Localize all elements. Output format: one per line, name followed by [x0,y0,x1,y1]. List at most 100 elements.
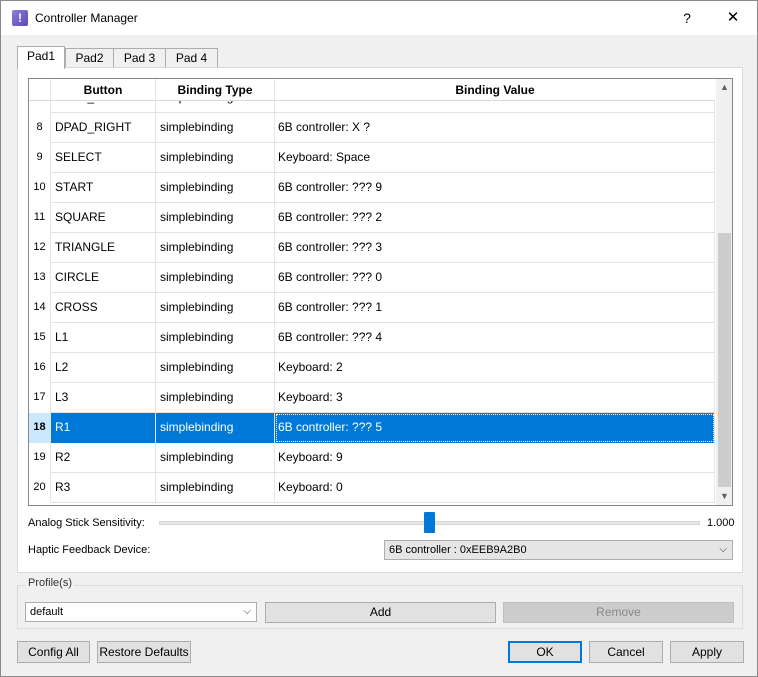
cell-button[interactable]: DPAD_LEFT [51,101,156,113]
scrollbar-thumb[interactable] [718,233,731,487]
cell-binding-value[interactable]: 6B controller: ??? 1 [275,293,715,323]
table-row[interactable]: 17 L3 simplebinding Keyboard: 3 [29,383,715,413]
row-number[interactable]: 19 [29,443,51,473]
cell-binding-type[interactable]: simplebinding [156,323,275,353]
haptic-selected-value: 6B controller : 0xEEB9A2B0 [389,544,527,556]
cell-binding-value[interactable]: Keyboard: 3 [275,383,715,413]
cancel-button[interactable]: Cancel [589,641,663,663]
row-number[interactable]: 11 [29,203,51,233]
table-row[interactable]: 8 DPAD_RIGHT simplebinding 6B controller: X… [29,113,715,143]
table-row[interactable]: 9 SELECT simplebinding Keyboard: Space [29,143,715,173]
tab-pad3[interactable]: Pad 3 [113,48,166,68]
profile-selected-value: default [30,606,64,618]
table-row[interactable]: 15 L1 simplebinding 6B controller: ??? 4 [29,323,715,353]
table-body: 7DPAD_LEFTsimplebinding6B controller: X … [29,101,715,505]
tab-pad2[interactable]: Pad2 [65,48,114,68]
cell-binding-value[interactable]: 6B controller: X ? [275,101,715,113]
cell-binding-value[interactable]: Keyboard: Space [275,143,715,173]
table-row[interactable]: 18 R1 simplebinding 6B controller: ??? 5 [29,413,715,443]
row-number[interactable]: 20 [29,473,51,503]
table-row[interactable]: 14 CROSS simplebinding 6B controller: ??? 1 [29,293,715,323]
row-number[interactable]: 18 [29,413,51,443]
controller-manager-window: ! Controller Manager ? ✕ Pad1 Pad2 Pad 3… [0,0,758,677]
cell-binding-value[interactable]: 6B controller: ??? 5 [275,413,715,443]
table-row[interactable]: 10 START simplebinding 6B controller: ??? 9 [29,173,715,203]
app-exclamation-icon: ! [12,10,28,26]
config-all-button[interactable]: Config All [17,641,90,663]
cell-binding-type[interactable]: simplebinding [156,173,275,203]
cell-binding-type[interactable]: simplebinding [156,113,275,143]
scroll-down-icon[interactable]: ▼ [716,488,732,505]
cell-binding-value[interactable]: 6B controller: ??? 0 [275,263,715,293]
row-number[interactable]: 14 [29,293,51,323]
help-button[interactable]: ? [669,5,705,31]
cell-binding-value[interactable]: Keyboard: 2 [275,353,715,383]
close-button[interactable]: ✕ [713,5,753,31]
cell-binding-value[interactable]: 6B controller: X ? [275,113,715,143]
cell-button[interactable]: L2 [51,353,156,383]
row-number[interactable]: 13 [29,263,51,293]
cell-button[interactable]: TRIANGLE [51,233,156,263]
table-row[interactable]: 16 L2 simplebinding Keyboard: 2 [29,353,715,383]
cell-binding-type[interactable]: simplebinding [156,383,275,413]
cell-binding-value[interactable]: Keyboard: 0 [275,473,715,503]
table-row[interactable]: 19 R2 simplebinding Keyboard: 9 [29,443,715,473]
scroll-up-icon[interactable]: ▲ [716,79,732,96]
cell-button[interactable]: CIRCLE [51,263,156,293]
ok-button[interactable]: OK [508,641,582,663]
row-number[interactable]: 12 [29,233,51,263]
cell-button[interactable]: CROSS [51,293,156,323]
restore-defaults-button[interactable]: Restore Defaults [97,641,191,663]
cell-binding-type[interactable]: simplebinding [156,293,275,323]
cell-binding-type[interactable]: simplebinding [156,101,275,113]
cell-binding-value[interactable]: 6B controller: ??? 4 [275,323,715,353]
table-scrollbar[interactable]: ▲ ▼ [716,79,732,505]
tab-pad1[interactable]: Pad1 [17,46,65,69]
cell-binding-type[interactable]: simplebinding [156,143,275,173]
row-number[interactable]: 16 [29,353,51,383]
table-row[interactable]: 12 TRIANGLE simplebinding 6B controller: ??… [29,233,715,263]
add-profile-button[interactable]: Add [265,602,496,623]
cell-binding-type[interactable]: simplebinding [156,233,275,263]
cell-binding-type[interactable]: simplebinding [156,473,275,503]
table-row[interactable]: 20 R3 simplebinding Keyboard: 0 [29,473,715,503]
remove-profile-button[interactable]: Remove [503,602,734,623]
row-number[interactable]: 17 [29,383,51,413]
cell-binding-value[interactable]: 6B controller: ??? 9 [275,173,715,203]
cell-button[interactable]: L1 [51,323,156,353]
row-number[interactable]: 7 [29,101,51,113]
row-number[interactable]: 15 [29,323,51,353]
apply-button[interactable]: Apply [670,641,744,663]
table-row[interactable]: 13 CIRCLE simplebinding 6B controller: ??? … [29,263,715,293]
cell-binding-type[interactable]: simplebinding [156,203,275,233]
cell-binding-value[interactable]: 6B controller: ??? 2 [275,203,715,233]
cell-binding-type[interactable]: simplebinding [156,413,275,443]
cell-button[interactable]: L3 [51,383,156,413]
cell-button[interactable]: SELECT [51,143,156,173]
row-number[interactable]: 8 [29,113,51,143]
table-row[interactable]: 7DPAD_LEFTsimplebinding6B controller: X … [29,101,715,113]
sensitivity-slider-thumb[interactable] [424,512,435,533]
haptic-device-select[interactable]: 6B controller : 0xEEB9A2B0 ⌵ [384,540,733,560]
sensitivity-value: 1.000 [707,517,735,529]
cell-binding-value[interactable]: Keyboard: 9 [275,443,715,473]
row-number[interactable]: 10 [29,173,51,203]
profile-select[interactable]: default ⌵ [25,602,257,622]
cell-binding-type[interactable]: simplebinding [156,263,275,293]
table-row[interactable]: 11 SQUARE simplebinding 6B controller: ??? … [29,203,715,233]
cell-button[interactable]: R2 [51,443,156,473]
cell-binding-type[interactable]: simplebinding [156,353,275,383]
header-binding-type[interactable]: Binding Type [156,79,275,101]
cell-button[interactable]: SQUARE [51,203,156,233]
cell-binding-value[interactable]: 6B controller: ??? 3 [275,233,715,263]
title-bar: ! Controller Manager ? ✕ [1,1,757,35]
header-binding-value[interactable]: Binding Value [275,79,715,101]
tab-pad4[interactable]: Pad 4 [165,48,218,68]
header-button[interactable]: Button [51,79,156,101]
cell-button[interactable]: R1 [51,413,156,443]
cell-button[interactable]: R3 [51,473,156,503]
cell-binding-type[interactable]: simplebinding [156,443,275,473]
cell-button[interactable]: DPAD_RIGHT [51,113,156,143]
cell-button[interactable]: START [51,173,156,203]
row-number[interactable]: 9 [29,143,51,173]
